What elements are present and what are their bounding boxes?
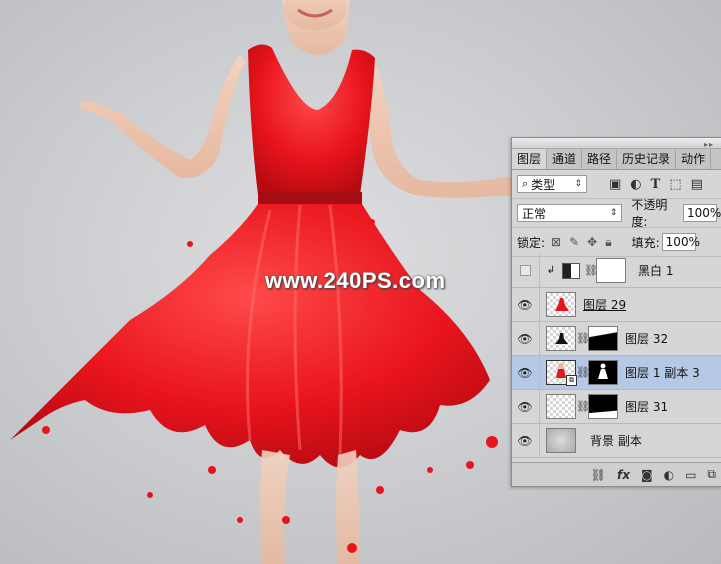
blend-mode-value: 正常 [522, 206, 547, 221]
black-figure-thumbnail-icon [555, 333, 568, 344]
layer-thumbnail[interactable] [546, 394, 576, 419]
lock-position-icon[interactable]: ✥ [587, 235, 597, 250]
panel-title-bar[interactable]: ▸▸ [512, 138, 721, 149]
woman-legs [260, 450, 360, 564]
eye-icon[interactable]: 👁︎ [512, 366, 538, 380]
link-icon[interactable]: ⛓︎ [576, 366, 590, 379]
tab-actions[interactable]: 动作 [676, 149, 712, 169]
tab-layers[interactable]: 图层 [512, 149, 548, 169]
white-figure-mask-icon [598, 363, 608, 379]
smart-object-badge-icon: ⧉ [566, 375, 577, 386]
clipping-arrow-icon: ↲ [546, 265, 556, 276]
link-icon[interactable]: ⛓︎ [576, 332, 590, 345]
link-icon[interactable]: ⛓︎ [584, 264, 598, 277]
tab-history[interactable]: 历史记录 [617, 149, 677, 169]
lock-label: 锁定: [517, 235, 546, 250]
panel-tabs: 图层 通道 路径 历史记录 动作 [512, 149, 721, 170]
search-icon: ⌕ [522, 177, 529, 190]
opacity-field[interactable]: 100% [683, 204, 721, 222]
visibility-toggle-off[interactable] [512, 265, 538, 276]
layer-mask-thumbnail[interactable] [588, 326, 618, 351]
red-figure-thumbnail-icon [555, 298, 569, 311]
filter-type-label: 类型 [531, 177, 556, 192]
layer-row[interactable]: 👁︎ ⛓︎ 图层 32 [512, 322, 721, 356]
woman-left-arm [79, 55, 245, 179]
opacity-label: 不透明度: [631, 198, 668, 229]
panel-footer: ⛓︎ fx ◙ ◐ ▭ ⧉ [512, 462, 721, 486]
blend-row: 正常 ⇕ 不透明度: 100% [512, 198, 721, 229]
fx-icon[interactable]: fx [617, 468, 630, 482]
image-filter-icon[interactable]: ▣ [609, 177, 621, 192]
dress-bodice [248, 44, 375, 195]
layer-thumbnail[interactable]: ⧉ [546, 360, 577, 386]
layers-panel: ▸▸ 图层 通道 路径 历史记录 动作 ⌕ 类型 ⇕ ▣ ◐ T ⬚ ▤ 正常 … [511, 137, 721, 487]
layer-mask-thumbnail[interactable] [588, 394, 618, 419]
layer-row[interactable]: ↲ ⛓︎ 黑白 1 [512, 254, 721, 288]
adjustment-filter-icon[interactable]: ◐ [630, 177, 641, 192]
layer-thumbnail[interactable] [546, 292, 576, 317]
layer-mask-thumbnail[interactable] [596, 258, 626, 283]
eye-icon[interactable]: 👁︎ [512, 298, 538, 312]
layer-name: 背景 副本 [590, 434, 642, 448]
tab-channels[interactable]: 通道 [547, 149, 583, 169]
fill-field[interactable]: 100% [661, 233, 700, 251]
lock-row: 锁定: ⊠ ✎ ✥ 🔒︎ 填充: 100% [512, 228, 721, 257]
layer-row[interactable]: 👁︎ 背景 副本 [512, 424, 721, 458]
layer-thumbnail[interactable] [546, 326, 576, 351]
layer-name: 黑白 1 [638, 264, 674, 278]
layer-name: 图层 1 副本 3 [625, 366, 700, 380]
spinner-icon: ⇕ [574, 179, 582, 189]
layer-thumbnail[interactable] [546, 428, 576, 453]
new-adjustment-icon[interactable]: ◐ [664, 468, 674, 482]
layer-name: 图层 31 [625, 400, 669, 414]
filter-type-select[interactable]: ⌕ 类型 ⇕ [517, 175, 587, 193]
black-white-adjustment-icon [562, 262, 580, 279]
new-group-icon[interactable]: ▭ [685, 468, 696, 482]
smart-object-filter-icon[interactable]: ▤ [691, 177, 703, 192]
layer-row[interactable]: 👁︎ ⛓︎ 图层 31 [512, 390, 721, 424]
eye-icon[interactable]: 👁︎ [512, 400, 538, 414]
layers-list: ↲ ⛓︎ 黑白 1 👁︎ 图层 29 👁︎ ⛓︎ 图层 32 👁︎ ⧉ ⛓︎ 图… [512, 254, 721, 462]
dress-belt [258, 192, 362, 204]
eye-icon[interactable]: 👁︎ [512, 434, 538, 448]
watermark-text: www.240PS.com [265, 268, 446, 293]
filter-row: ⌕ 类型 ⇕ ▣ ◐ T ⬚ ▤ [512, 170, 721, 199]
layer-row[interactable]: 👁︎ 图层 29 [512, 288, 721, 322]
blend-mode-select[interactable]: 正常 ⇕ [517, 204, 623, 222]
woman-right-arm [360, 60, 512, 198]
link-layers-icon[interactable]: ⛓︎ [591, 468, 606, 482]
add-mask-icon[interactable]: ◙ [641, 468, 653, 482]
lock-transparent-icon[interactable]: ⊠ [551, 235, 561, 250]
collapse-icon[interactable]: ▸▸ [704, 140, 714, 149]
new-layer-icon[interactable]: ⧉ [707, 467, 716, 482]
layer-mask-thumbnail[interactable] [588, 360, 618, 385]
spinner-icon: ⇕ [609, 208, 618, 218]
link-icon[interactable]: ⛓︎ [576, 400, 590, 413]
layer-row-selected[interactable]: 👁︎ ⧉ ⛓︎ 图层 1 副本 3 [512, 356, 721, 390]
layer-name: 图层 29 [583, 298, 627, 312]
fill-label: 填充: [631, 235, 660, 250]
shape-filter-icon[interactable]: ⬚ [669, 177, 681, 192]
lock-all-icon[interactable]: 🔒︎ [605, 235, 611, 250]
tab-paths[interactable]: 路径 [582, 149, 618, 169]
layer-name: 图层 32 [625, 332, 669, 346]
eye-icon[interactable]: 👁︎ [512, 332, 538, 346]
type-filter-icon[interactable]: T [651, 177, 661, 192]
lock-pixels-icon[interactable]: ✎ [569, 235, 579, 250]
